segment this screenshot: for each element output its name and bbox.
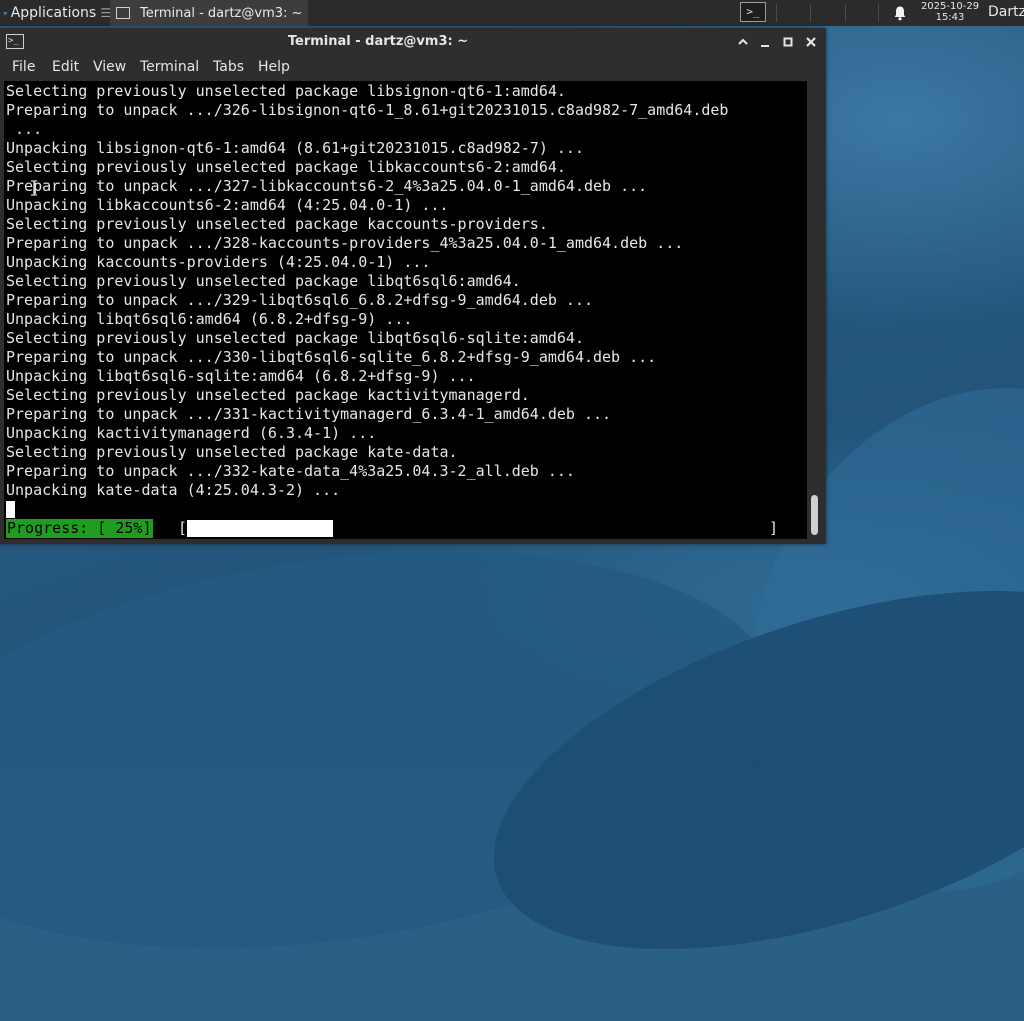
maximize-icon[interactable] — [734, 33, 752, 51]
progress-label: Progress: [ 25%] — [6, 519, 153, 538]
menu-tabs[interactable]: Tabs — [213, 59, 244, 75]
terminal-line: Unpacking kate-data (4:25.04.3-2) ... — [6, 481, 341, 499]
progress-bracket-open: [ — [178, 519, 188, 537]
clock-time: 15:43 — [935, 12, 965, 23]
terminal-line: Selecting previously unselected package … — [6, 158, 566, 176]
progress-fill — [187, 520, 334, 537]
terminal-scrollbar[interactable] — [807, 81, 823, 539]
terminal-line: Unpacking libkaccounts6-2:amd64 (4:25.04… — [6, 196, 449, 214]
clock-date: 2025-10-29 — [920, 1, 980, 12]
terminal-launcher-icon[interactable]: >_ — [740, 2, 766, 22]
terminal-line: Unpacking libqt6sql6-sqlite:amd64 (6.8.2… — [6, 367, 476, 385]
terminal-line: Unpacking libqt6sql6:amd64 (6.8.2+dfsg-9… — [6, 310, 413, 328]
close-icon[interactable] — [802, 33, 820, 51]
xfce-mouse-icon — [3, 11, 8, 15]
minimize-icon[interactable] — [756, 33, 774, 51]
terminal-cursor — [6, 501, 15, 518]
menu-edit[interactable]: Edit — [52, 59, 79, 75]
terminal-line: Selecting previously unselected package … — [6, 329, 584, 347]
progress-bracket-close: ] — [769, 519, 779, 537]
window-title: Terminal - dartz@vm3: ~ — [287, 34, 469, 49]
panel-separator — [878, 4, 879, 22]
panel-clock[interactable]: 2025-10-29 15:43 — [918, 1, 982, 23]
scrollbar-thumb[interactable] — [811, 495, 818, 535]
applications-menu-button[interactable]: Applications ☰ — [0, 0, 111, 26]
taskbar-item-terminal[interactable]: Terminal - dartz@vm3: ~ — [110, 0, 308, 26]
terminal-line: Preparing to unpack .../331-kactivityman… — [6, 405, 612, 423]
terminal-line: Preparing to unpack .../326-libsignon-qt… — [6, 101, 729, 119]
terminal-line: Preparing to unpack .../329-libqt6sql6_6… — [6, 291, 593, 309]
terminal-line: Selecting previously unselected package … — [6, 386, 530, 404]
terminal-line: Selecting previously unselected package … — [6, 215, 548, 233]
terminal-line: Preparing to unpack .../327-libkaccounts… — [6, 177, 648, 195]
terminal-line: Unpacking kactivitymanagerd (6.3.4-1) ..… — [6, 424, 377, 442]
menu-view[interactable]: View — [93, 59, 126, 75]
terminal-line: Selecting previously unselected package … — [6, 272, 521, 290]
bell-icon[interactable] — [892, 5, 908, 21]
panel-separator — [776, 4, 777, 22]
terminal-line: Unpacking kaccounts-providers (4:25.04.0… — [6, 253, 431, 271]
progress-track — [187, 520, 772, 537]
text-cursor-icon — [31, 180, 37, 196]
terminal-icon — [116, 7, 130, 19]
terminal-output-text: Selecting previously unselected package … — [6, 82, 728, 500]
taskbar-item-label: Terminal - dartz@vm3: ~ — [140, 5, 303, 21]
menu-file[interactable]: File — [12, 59, 35, 75]
panel-separator — [845, 4, 846, 22]
terminal-line: Selecting previously unselected package … — [6, 82, 566, 100]
menu-terminal[interactable]: Terminal — [140, 59, 199, 75]
terminal-line: Preparing to unpack .../328-kaccounts-pr… — [6, 234, 684, 252]
restore-icon[interactable] — [779, 33, 797, 51]
terminal-line: Preparing to unpack .../332-kate-data_4%… — [6, 462, 575, 480]
progress-row: Progress: [ 25%] [ ] — [6, 519, 806, 538]
applications-label: Applications — [10, 5, 97, 21]
menu-help[interactable]: Help — [258, 59, 290, 75]
user-menu[interactable]: Dartz — [988, 4, 1024, 20]
terminal-line: Unpacking libsignon-qt6-1:amd64 (8.61+gi… — [6, 139, 584, 157]
terminal-window: >_ Terminal - dartz@vm3: ~ File Edit Vie… — [0, 28, 826, 544]
terminal-line: Preparing to unpack .../330-libqt6sql6-s… — [6, 348, 657, 366]
panel-separator — [810, 4, 811, 22]
menu-bar: File Edit View Terminal Tabs Help — [0, 56, 826, 80]
top-panel: Applications ☰ Terminal - dartz@vm3: ~ >… — [0, 0, 1024, 26]
terminal-line: Selecting previously unselected package … — [6, 443, 458, 461]
terminal-line: ... — [6, 120, 43, 138]
window-titlebar[interactable]: >_ Terminal - dartz@vm3: ~ — [0, 28, 826, 56]
terminal-output[interactable]: Selecting previously unselected package … — [4, 81, 807, 539]
